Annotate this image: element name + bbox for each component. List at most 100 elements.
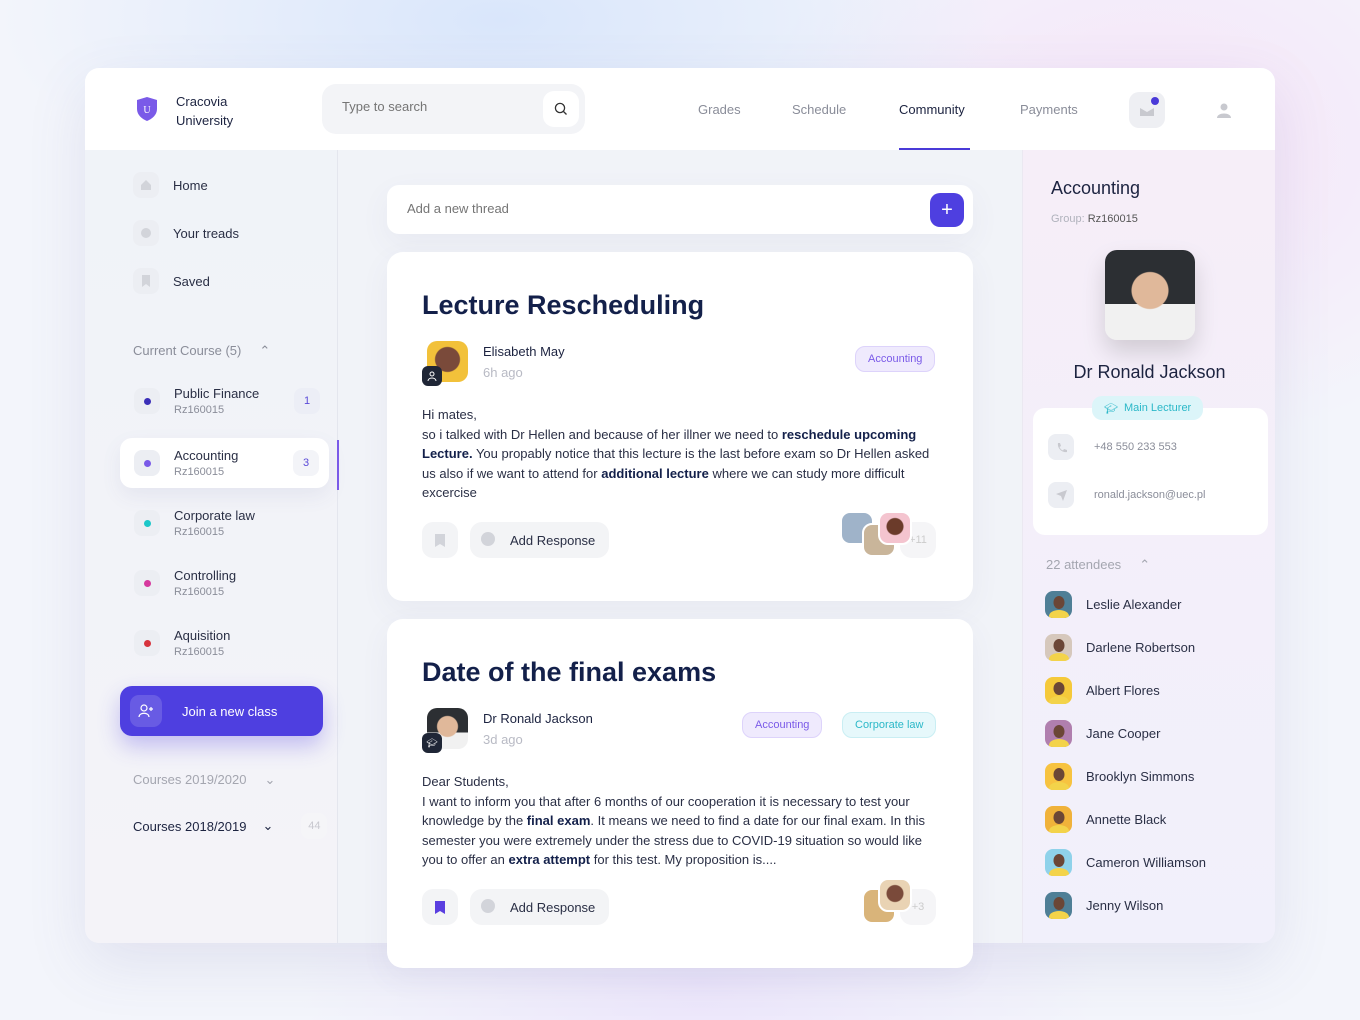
attendee-name: Jenny Wilson	[1086, 898, 1164, 913]
role-badge: 🎓︎ Main Lecturer	[1092, 396, 1204, 420]
lecturer-name: Dr Ronald Jackson	[1073, 362, 1226, 382]
add-response-button[interactable]: Add Response	[470, 889, 609, 925]
course-controlling[interactable]: Controlling Rz160015	[120, 558, 330, 608]
chat-icon	[480, 531, 496, 550]
course-title: Accounting	[1051, 178, 1141, 198]
attendee-avatar	[1045, 591, 1072, 618]
search-button[interactable]	[543, 91, 579, 127]
nav-community[interactable]: Community	[899, 102, 965, 117]
sidebar-item-your-treads[interactable]: Your treads	[133, 220, 239, 246]
svg-text:U: U	[143, 105, 151, 116]
course-dot-icon	[134, 570, 160, 596]
search-box	[322, 84, 585, 134]
course-dot-icon	[134, 388, 160, 414]
post-title[interactable]: Date of the final exams	[422, 657, 716, 688]
join-label: Join a new class	[182, 703, 278, 719]
chevron-up-icon: ⌃	[259, 343, 271, 358]
emphasized-text: additional lecture	[601, 465, 709, 481]
university-logo-icon[interactable]: U	[136, 96, 158, 122]
group-code: Rz160015	[1087, 213, 1138, 225]
lecturer-photo	[1105, 250, 1195, 340]
course-code: Rz160015	[174, 466, 225, 478]
add-response-button[interactable]: Add Response	[470, 522, 609, 558]
body-text: Hi mates,	[422, 407, 477, 422]
unread-badge: 3	[293, 450, 319, 476]
attendee-item[interactable]: Brooklyn Simmons	[1045, 763, 1194, 790]
course-corporate-law[interactable]: Corporate law Rz160015	[120, 498, 330, 548]
author-name[interactable]: Elisabeth May	[483, 344, 565, 359]
bookmark-filled-icon	[435, 900, 445, 914]
group-label: Group:	[1051, 213, 1085, 225]
new-thread-input[interactable]	[407, 201, 807, 216]
course-name: Corporate law	[174, 508, 255, 523]
course-code: Rz160015	[174, 586, 225, 598]
attendee-item[interactable]: Leslie Alexander	[1045, 591, 1181, 618]
nav-schedule[interactable]: Schedule	[792, 102, 846, 117]
post-title[interactable]: Lecture Rescheduling	[422, 290, 704, 321]
tag-accounting[interactable]: Accounting	[855, 346, 936, 372]
post-body: Dear Students, I want to inform you that …	[422, 772, 942, 870]
graduation-cap-icon: 🎓︎	[1104, 402, 1118, 415]
nav-payments[interactable]: Payments	[1020, 102, 1078, 117]
attendee-item[interactable]: Annette Black	[1045, 806, 1166, 833]
attendee-avatar	[1045, 806, 1072, 833]
response-label: Add Response	[510, 899, 596, 915]
tag-accounting[interactable]: Accounting	[742, 712, 823, 738]
chevron-up-icon: ⌃	[1139, 557, 1151, 572]
join-class-button[interactable]: Join a new class	[120, 686, 323, 736]
inbox-button[interactable]	[1129, 92, 1165, 128]
sidebar-item-saved[interactable]: Saved	[133, 268, 210, 294]
tag-corporate-law[interactable]: Corporate law	[842, 712, 937, 738]
attendee-avatar	[1045, 849, 1072, 876]
courses-2019-toggle[interactable]: Courses 2019/2020 ⌄	[133, 772, 275, 788]
group-line: Group: Rz160015	[1051, 213, 1138, 225]
unread-badge: 1	[294, 388, 320, 414]
participant-avatar	[878, 511, 912, 545]
course-dot-icon	[134, 510, 160, 536]
role-label: Main Lecturer	[1123, 402, 1192, 414]
user-icon[interactable]	[1216, 102, 1232, 118]
add-thread-button[interactable]: +	[930, 193, 964, 227]
plus-icon: +	[941, 198, 953, 221]
emphasized-text: final exam	[526, 813, 591, 829]
search-input[interactable]	[342, 99, 522, 114]
attendee-name: Jane Cooper	[1086, 726, 1161, 741]
attendee-avatar	[1045, 720, 1072, 747]
course-dot-icon	[134, 450, 160, 476]
attendee-item[interactable]: Jane Cooper	[1045, 720, 1160, 747]
author-name[interactable]: Dr Ronald Jackson	[483, 711, 593, 726]
bookmark-icon	[133, 268, 159, 294]
course-public-finance[interactable]: Public Finance Rz160015 1	[120, 376, 330, 426]
course-name: Accounting	[174, 448, 239, 463]
body-text: so i talked with Dr Hellen and because o…	[422, 426, 782, 442]
course-code: Rz160015	[174, 526, 225, 538]
attendee-item[interactable]: Darlene Robertson	[1045, 634, 1195, 661]
course-aquisition[interactable]: Aquisition Rz160015	[120, 618, 330, 668]
post-time: 6h ago	[483, 365, 523, 380]
post-card: Date of the final exams 🎓︎ Dr Ronald Jac…	[387, 619, 973, 968]
attendees-toggle[interactable]: 22 attendees ⌃	[1046, 557, 1150, 573]
current-course-toggle[interactable]: Current Course (5) ⌃	[133, 343, 270, 359]
attendee-item[interactable]: Cameron Williamson	[1045, 849, 1206, 876]
attendee-item[interactable]: Jenny Wilson	[1045, 892, 1163, 919]
course-code: Rz160015	[174, 646, 225, 658]
response-label: Add Response	[510, 532, 596, 548]
post-card: Lecture Rescheduling Elisabeth May 6h ag…	[387, 252, 973, 601]
bookmark-button[interactable]	[422, 889, 458, 925]
phone-row[interactable]: +48 550 233 553	[1048, 434, 1177, 460]
bookmark-button[interactable]	[422, 522, 458, 558]
chevron-down-icon: ⌄	[264, 772, 276, 787]
attendee-name: Leslie Alexander	[1086, 597, 1182, 612]
selected-indicator	[337, 440, 339, 490]
attendee-name: Cameron Williamson	[1086, 855, 1206, 870]
sidebar-item-home[interactable]: Home	[133, 172, 208, 198]
sidebar: Home Your treads Saved Current Course (5…	[85, 150, 339, 943]
course-accounting[interactable]: Accounting Rz160015 3	[120, 438, 329, 488]
attendee-avatar	[1045, 892, 1072, 919]
add-user-icon	[130, 695, 162, 727]
search-icon	[554, 102, 567, 115]
nav-grades[interactable]: Grades	[698, 102, 741, 117]
attendee-item[interactable]: Albert Flores	[1045, 677, 1160, 704]
courses-2018-toggle[interactable]: Courses 2018/2019 ⌄ 44	[133, 813, 328, 839]
email-row[interactable]: ronald.jackson@uec.pl	[1048, 482, 1205, 508]
